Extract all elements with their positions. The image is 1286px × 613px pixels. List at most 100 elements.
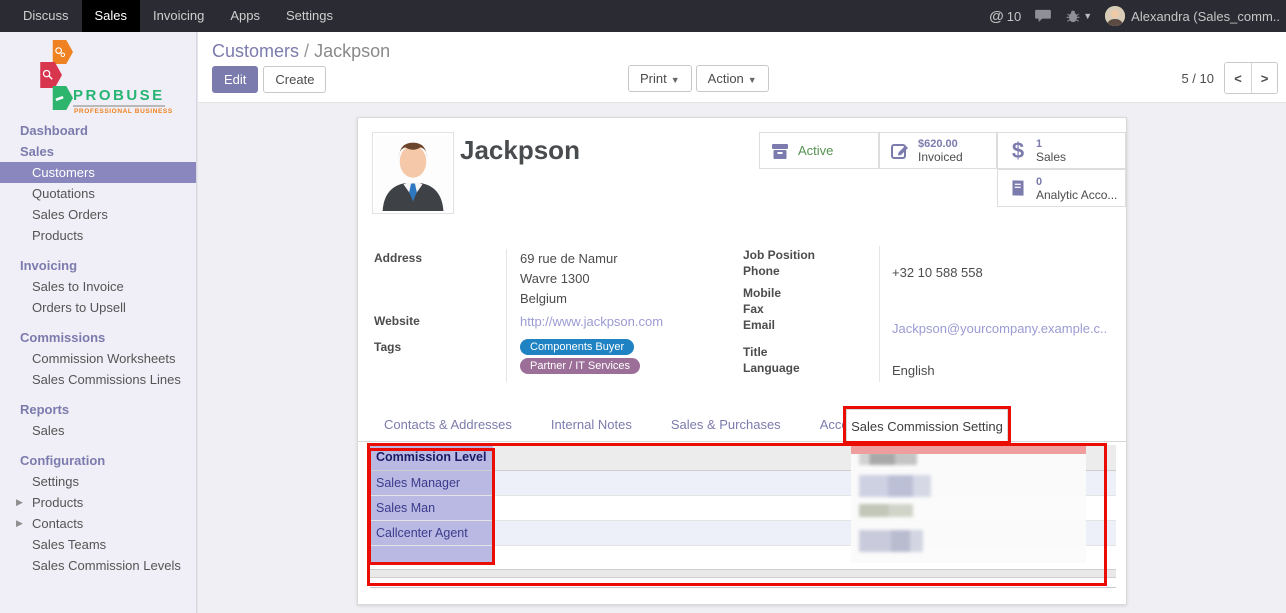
tab-sales-purchases[interactable]: Sales & Purchases [667, 409, 785, 440]
book-icon [1008, 178, 1028, 198]
redacted-block [859, 475, 931, 497]
logo-title: PROBUSE [73, 87, 165, 107]
analytic-accounts-stat-button[interactable]: 0Analytic Acco... [997, 169, 1126, 207]
tags-label: Tags [374, 340, 401, 354]
analytic-count: 0 [1036, 176, 1042, 188]
address-line-3: Belgium [520, 291, 567, 306]
user-name: Alexandra (Sales_comm.. [1131, 9, 1280, 24]
sidebar-item-configuration[interactable]: Configuration [0, 450, 196, 471]
chevron-left-icon: < [1234, 71, 1242, 86]
language-label: Language [743, 361, 800, 375]
sidebar-item-sales[interactable]: Sales [0, 141, 196, 162]
commission-level-cell[interactable]: Callcenter Agent [370, 521, 493, 545]
logo-hexagon-red [33, 62, 62, 88]
fax-label: Fax [743, 302, 764, 316]
commission-level-cell-empty [370, 546, 493, 564]
pager: 5 / 10 < > [1181, 62, 1278, 94]
analytic-label: Analytic Acco... [1036, 188, 1117, 202]
sidebar-item-sales-commission-levels[interactable]: Sales Commission Levels [0, 555, 196, 576]
mentions-counter[interactable]: @ 10 [989, 8, 1021, 25]
table-bottom-line [370, 587, 1116, 588]
sidebar-item-sales-orders[interactable]: Sales Orders [0, 204, 196, 225]
active-stat-button[interactable]: Active [759, 132, 879, 169]
pencil-square-icon [890, 141, 910, 161]
tool-icon [53, 92, 66, 105]
gears-icon [53, 45, 67, 59]
tab-internal-notes[interactable]: Internal Notes [547, 409, 636, 440]
website-label: Website [374, 314, 420, 328]
create-button[interactable]: Create [263, 66, 326, 93]
pager-next-button[interactable]: > [1251, 63, 1277, 93]
sales-stat-button[interactable]: $ 1Sales [997, 132, 1126, 169]
archive-icon [770, 141, 790, 161]
caret-down-icon: ▼ [748, 75, 757, 85]
magnifier-icon [41, 68, 55, 82]
address-label: Address [374, 251, 422, 265]
sidebar-item-settings[interactable]: Settings [0, 471, 196, 492]
sidebar-item-quotations[interactable]: Quotations [0, 183, 196, 204]
sidebar-item-commissions[interactable]: Commissions [0, 327, 196, 348]
edit-button[interactable]: Edit [212, 66, 258, 93]
redacted-block [859, 530, 923, 552]
phone-value: +32 10 588 558 [892, 265, 983, 280]
tab-contacts-addresses[interactable]: Contacts & Addresses [380, 409, 516, 440]
debug-menu[interactable]: ▼ [1065, 10, 1092, 23]
mention-icon: @ [989, 8, 1004, 25]
top-menu-discuss[interactable]: Discuss [10, 0, 82, 32]
logo-hexagon-green [46, 86, 73, 110]
commission-level-cell[interactable]: Sales Manager [370, 471, 493, 495]
sidebar-item-customers[interactable]: Customers [0, 162, 196, 183]
pager-previous-button[interactable]: < [1225, 63, 1251, 93]
commission-level-cell[interactable]: Sales Man [370, 496, 493, 520]
sidebar-item-dashboard[interactable]: Dashboard [0, 120, 196, 141]
invoiced-label: Invoiced [918, 150, 963, 164]
sidebar-item-reports-sales[interactable]: Sales [0, 420, 196, 441]
page-title: Jackpson [460, 135, 580, 166]
sidebar-item-invoicing[interactable]: Invoicing [0, 255, 196, 276]
sidebar-item-orders-to-upsell[interactable]: Orders to Upsell [0, 297, 196, 318]
breadcrumb-current: Jackpson [314, 41, 390, 61]
invoiced-stat-button[interactable]: $620.00Invoiced [879, 132, 997, 169]
user-menu[interactable]: Alexandra (Sales_comm.. [1105, 6, 1280, 26]
email-link[interactable]: Jackpson@yourcompany.example.c.. [892, 321, 1107, 336]
mention-count: 10 [1007, 9, 1021, 24]
top-navbar: Discuss Sales Invoicing Apps Settings @ … [0, 0, 1286, 32]
action-dropdown[interactable]: Action ▼ [696, 65, 769, 92]
field-separator [506, 249, 507, 382]
print-label: Print [640, 71, 667, 86]
table-footer-strip [370, 569, 1116, 578]
user-avatar [1105, 6, 1125, 26]
breadcrumb-customers[interactable]: Customers [212, 41, 299, 61]
tab-sales-commission-setting[interactable]: Sales Commission Setting [846, 409, 1008, 442]
top-menu-apps[interactable]: Apps [217, 0, 273, 32]
dollar-icon: $ [1008, 138, 1028, 164]
redacted-column [851, 445, 1086, 563]
website-link[interactable]: http://www.jackpson.com [520, 314, 663, 329]
top-menu-settings[interactable]: Settings [273, 0, 346, 32]
sidebar-item-sales-to-invoice[interactable]: Sales to Invoice [0, 276, 196, 297]
email-label: Email [743, 318, 775, 332]
sidebar: PROBUSE PROFESSIONAL BUSINESS Dashboard … [0, 32, 197, 613]
sidebar-item-sales-teams[interactable]: Sales Teams [0, 534, 196, 555]
top-menu-sales[interactable]: Sales [82, 0, 141, 32]
tag-components-buyer: Components Buyer [520, 339, 634, 355]
top-menu-invoicing[interactable]: Invoicing [140, 0, 217, 32]
sidebar-item-config-products[interactable]: ▶Products [0, 492, 196, 513]
title-label: Title [743, 345, 767, 359]
customer-form-sheet: Jackpson Active $620.00Invoiced $ 1Sales… [357, 117, 1127, 605]
sidebar-item-sales-commissions-lines[interactable]: Sales Commissions Lines [0, 369, 196, 390]
customer-photo[interactable] [372, 132, 454, 214]
print-dropdown[interactable]: Print▼ [628, 65, 692, 92]
sidebar-item-reports[interactable]: Reports [0, 399, 196, 420]
sidebar-item-commission-worksheets[interactable]: Commission Worksheets [0, 348, 196, 369]
chat-icon[interactable] [1034, 9, 1052, 23]
sidebar-item-label: Contacts [32, 516, 83, 531]
sidebar-item-config-contacts[interactable]: ▶Contacts [0, 513, 196, 534]
action-label: Action [708, 71, 744, 86]
pager-count: 5 / 10 [1181, 71, 1214, 86]
tag-partner-it-services: Partner / IT Services [520, 358, 640, 374]
commission-level-header[interactable]: Commission Level [370, 445, 493, 470]
language-value: English [892, 363, 935, 378]
sidebar-item-products[interactable]: Products [0, 225, 196, 246]
bug-icon [1065, 10, 1081, 23]
